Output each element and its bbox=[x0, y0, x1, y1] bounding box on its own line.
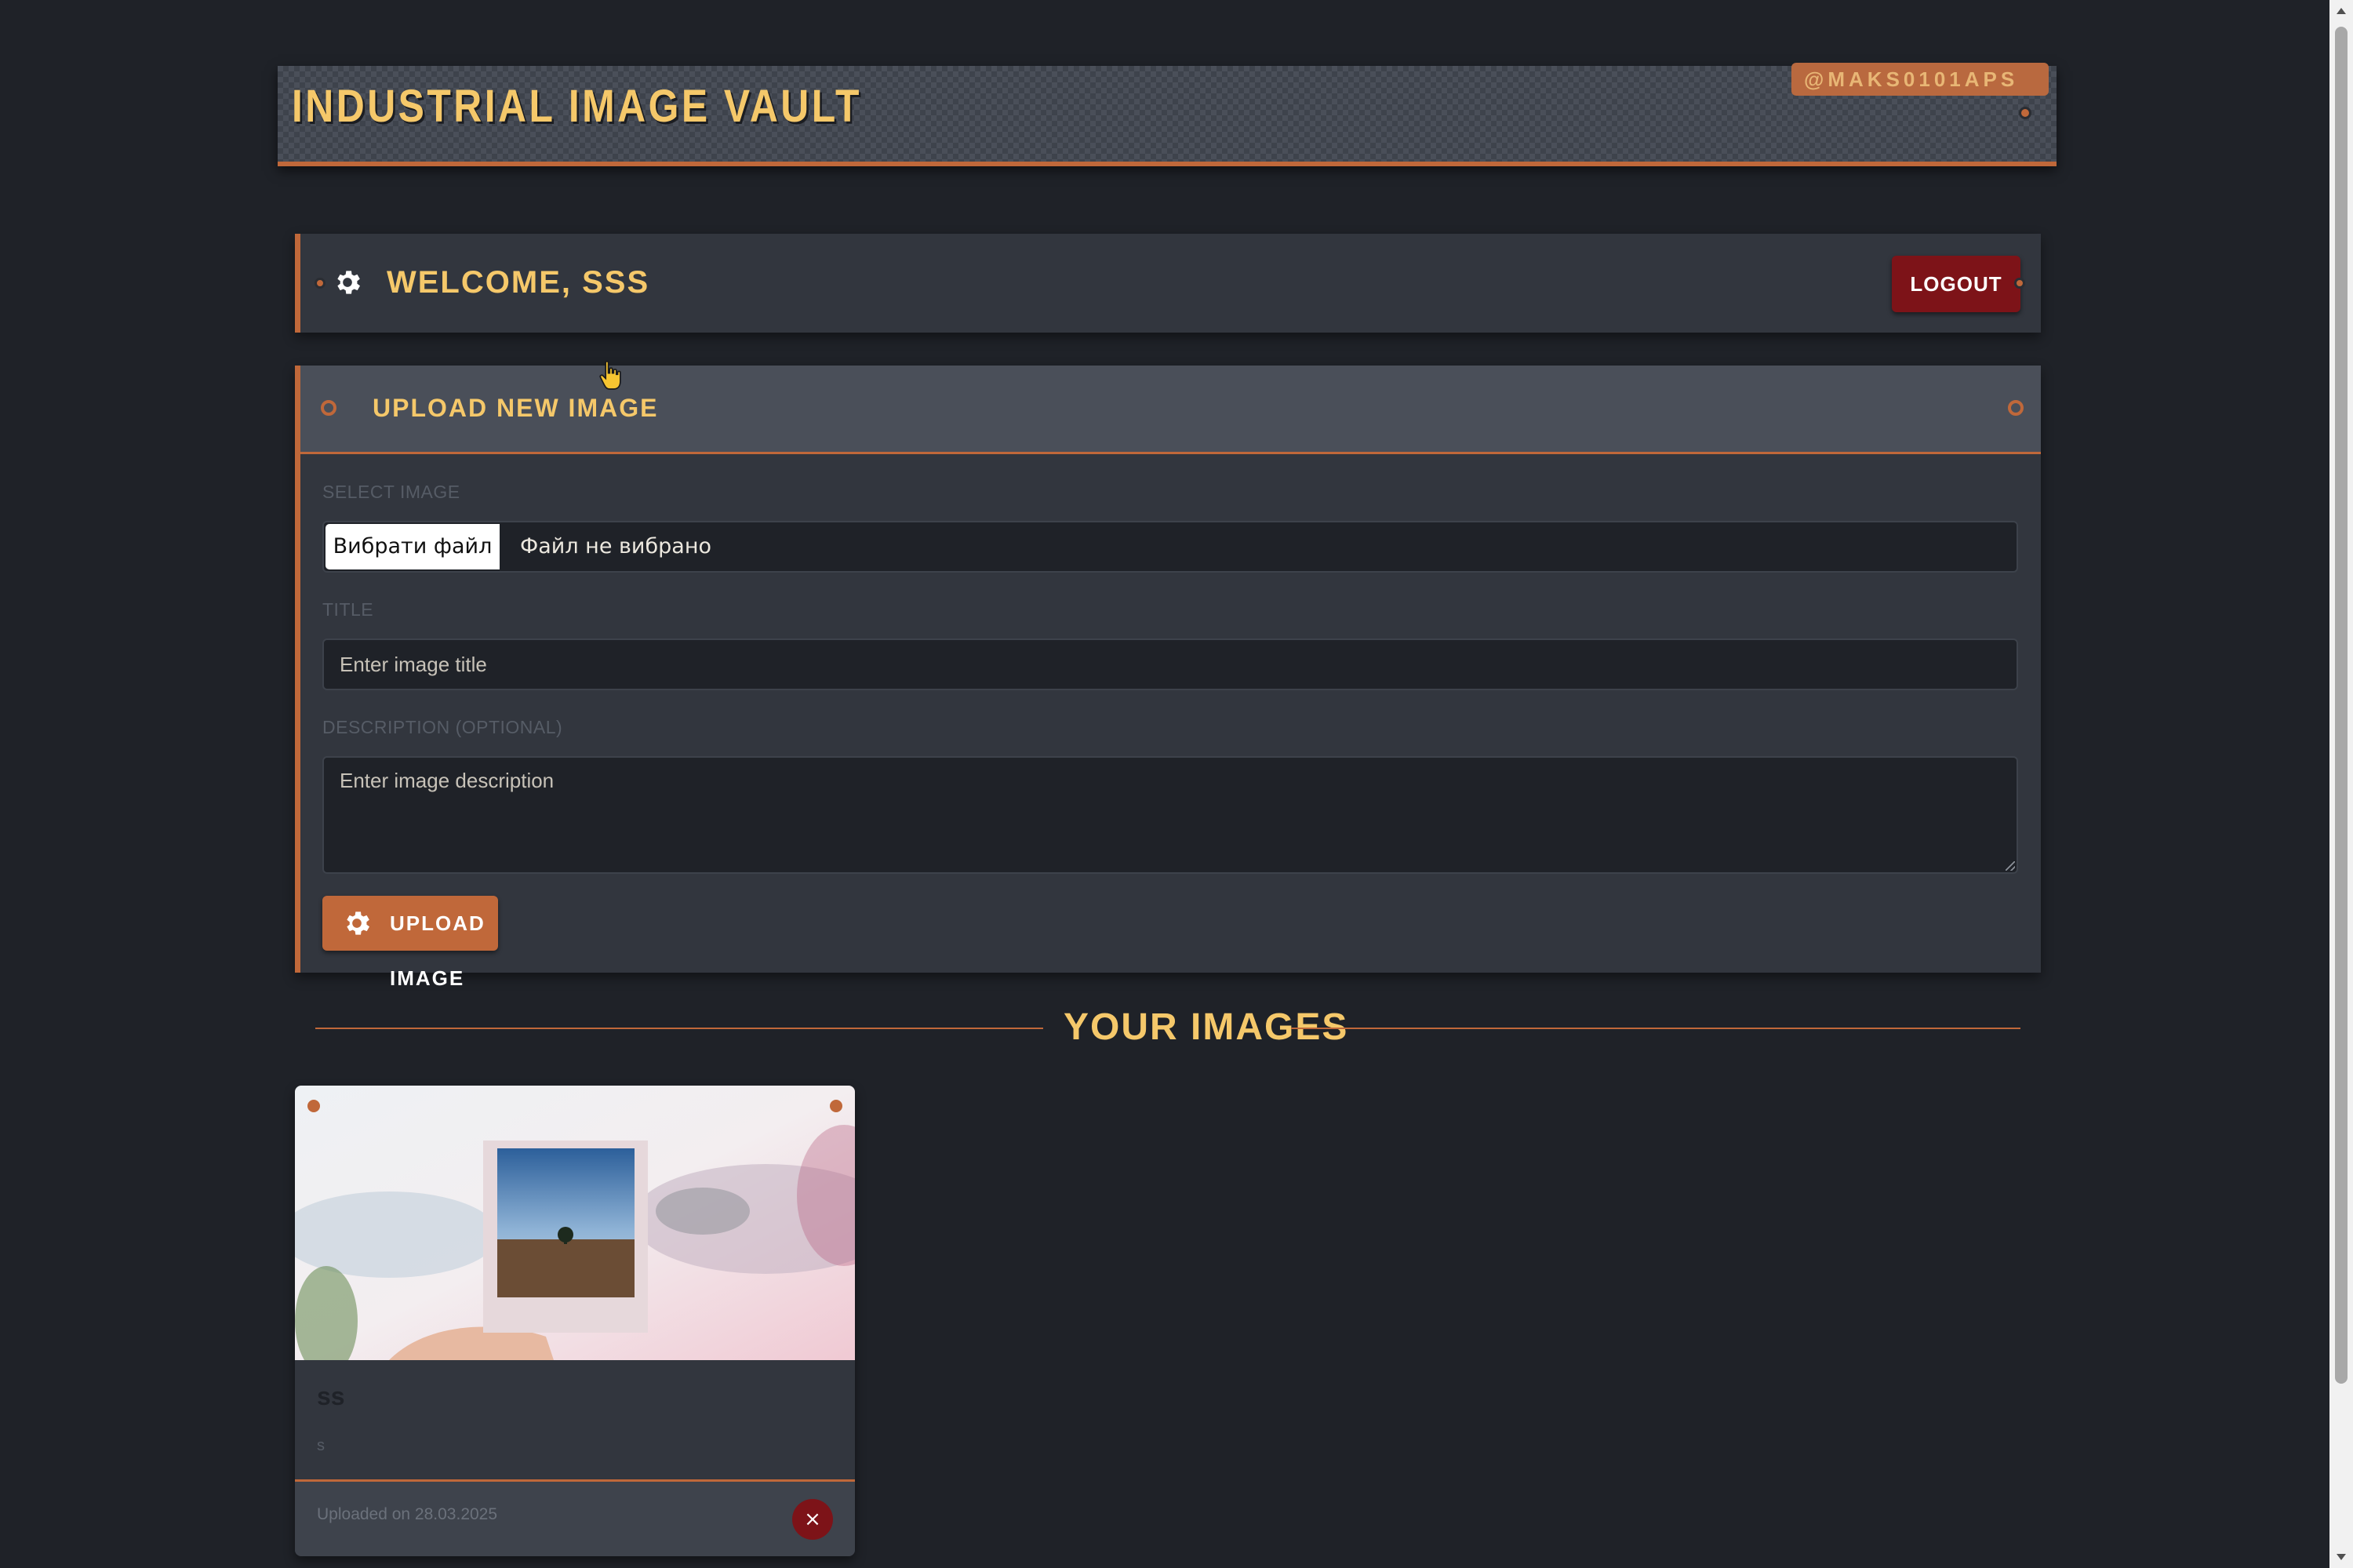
resize-handle[interactable] bbox=[2006, 861, 2015, 871]
image-thumbnail[interactable] bbox=[295, 1086, 855, 1360]
logout-button[interactable]: LOGOUT bbox=[1892, 256, 2020, 312]
upload-image-button[interactable]: UPLOAD IMAGE bbox=[322, 896, 498, 990]
rivet-decoration bbox=[2014, 278, 2025, 289]
gear-icon bbox=[347, 911, 369, 935]
welcome-panel: WELCOME, SSS LOGOUT bbox=[295, 234, 2041, 333]
rivet-decoration bbox=[315, 278, 325, 289]
header-banner: INDUSTRIAL IMAGE VAULT @MAKS0101APS bbox=[278, 63, 2057, 166]
section-divider-left bbox=[315, 1028, 1043, 1029]
upload-heading: UPLOAD NEW IMAGE bbox=[373, 394, 659, 422]
user-handle-tag: @MAKS0101APS bbox=[1791, 63, 2049, 96]
choose-file-button[interactable]: Вибрати файл bbox=[325, 524, 500, 569]
file-status-text: Файл не вибрано bbox=[520, 534, 711, 558]
rivet-decoration bbox=[307, 1100, 320, 1112]
section-divider-right bbox=[1291, 1028, 2020, 1029]
card-footer: Uploaded on 28.03.2025 × bbox=[295, 1479, 855, 1556]
hand-cursor-icon bbox=[599, 360, 621, 390]
card-title: ss bbox=[317, 1382, 345, 1410]
file-input[interactable]: Вибрати файл Файл не вибрано bbox=[322, 521, 2018, 573]
image-card: ss s Uploaded on 28.03.2025 × bbox=[295, 1086, 855, 1556]
title-input[interactable]: Enter image title bbox=[322, 638, 2018, 690]
page-scrollbar[interactable] bbox=[2329, 0, 2353, 1568]
upload-panel: UPLOAD NEW IMAGE SELECT IMAGE Вибрати фа… bbox=[295, 366, 2041, 990]
welcome-message: WELCOME, SSS bbox=[387, 265, 650, 300]
delete-image-button[interactable]: × bbox=[792, 1499, 833, 1540]
app-title: INDUSTRIAL IMAGE VAULT bbox=[292, 81, 862, 132]
card-description: s bbox=[317, 1437, 325, 1454]
description-textarea[interactable]: Enter image description bbox=[322, 756, 2018, 874]
title-label: TITLE bbox=[322, 599, 374, 620]
scrollbar-thumb[interactable] bbox=[2335, 27, 2348, 1384]
description-placeholder: Enter image description bbox=[340, 769, 555, 792]
gear-icon bbox=[337, 271, 360, 294]
description-label: DESCRIPTION (OPTIONAL) bbox=[322, 717, 563, 737]
select-image-label: SELECT IMAGE bbox=[322, 482, 460, 502]
upload-panel-header: UPLOAD NEW IMAGE bbox=[300, 366, 2041, 454]
upload-button-label: UPLOAD IMAGE bbox=[390, 911, 486, 990]
rivet-decoration bbox=[2019, 107, 2031, 119]
rivet-decoration bbox=[321, 400, 336, 416]
rivet-decoration bbox=[830, 1100, 842, 1112]
scroll-down-icon[interactable] bbox=[2337, 1554, 2346, 1560]
upload-date: Uploaded on 28.03.2025 bbox=[317, 1505, 498, 1523]
rivet-decoration bbox=[2008, 400, 2024, 416]
scroll-up-icon[interactable] bbox=[2337, 8, 2346, 14]
